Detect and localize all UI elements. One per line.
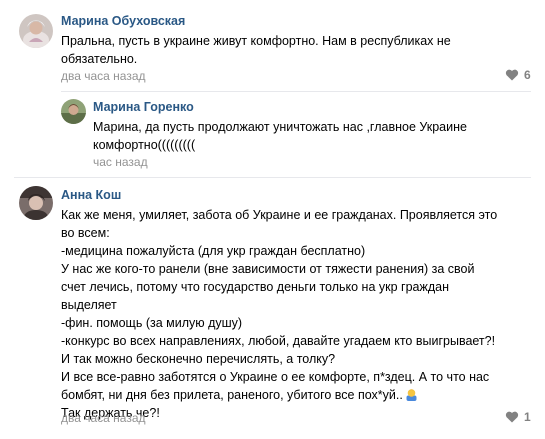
author-name[interactable]: Анна Кош bbox=[61, 188, 121, 202]
comment-text: Марина, да пусть продолжают уничтожать н… bbox=[93, 120, 467, 152]
avatar[interactable] bbox=[19, 14, 53, 48]
comment-body: Как же меня, умиляет, забота об Украине … bbox=[61, 208, 498, 402]
timestamp[interactable]: час назад bbox=[93, 155, 148, 169]
heart-icon bbox=[505, 411, 519, 423]
comment-text: Пральна, пусть в украине живут комфортно… bbox=[61, 34, 451, 66]
timestamp[interactable]: два часа назад bbox=[61, 69, 146, 83]
timestamp[interactable]: два часа назад bbox=[61, 411, 146, 425]
author-name[interactable]: Марина Обуховская bbox=[61, 14, 185, 28]
heart-icon bbox=[505, 69, 519, 81]
divider bbox=[61, 91, 531, 92]
like-count: 1 bbox=[524, 410, 531, 424]
comment-text: Как же меня, умиляет, забота об Украине … bbox=[61, 206, 531, 422]
like-button[interactable]: 6 bbox=[505, 68, 531, 82]
like-count: 6 bbox=[524, 68, 531, 82]
avatar[interactable] bbox=[19, 186, 53, 220]
author-name[interactable]: Марина Горенко bbox=[93, 100, 194, 114]
divider bbox=[14, 177, 531, 178]
avatar[interactable] bbox=[61, 99, 86, 124]
like-button[interactable]: 1 bbox=[505, 410, 531, 424]
person-shrugging-icon bbox=[406, 389, 417, 401]
